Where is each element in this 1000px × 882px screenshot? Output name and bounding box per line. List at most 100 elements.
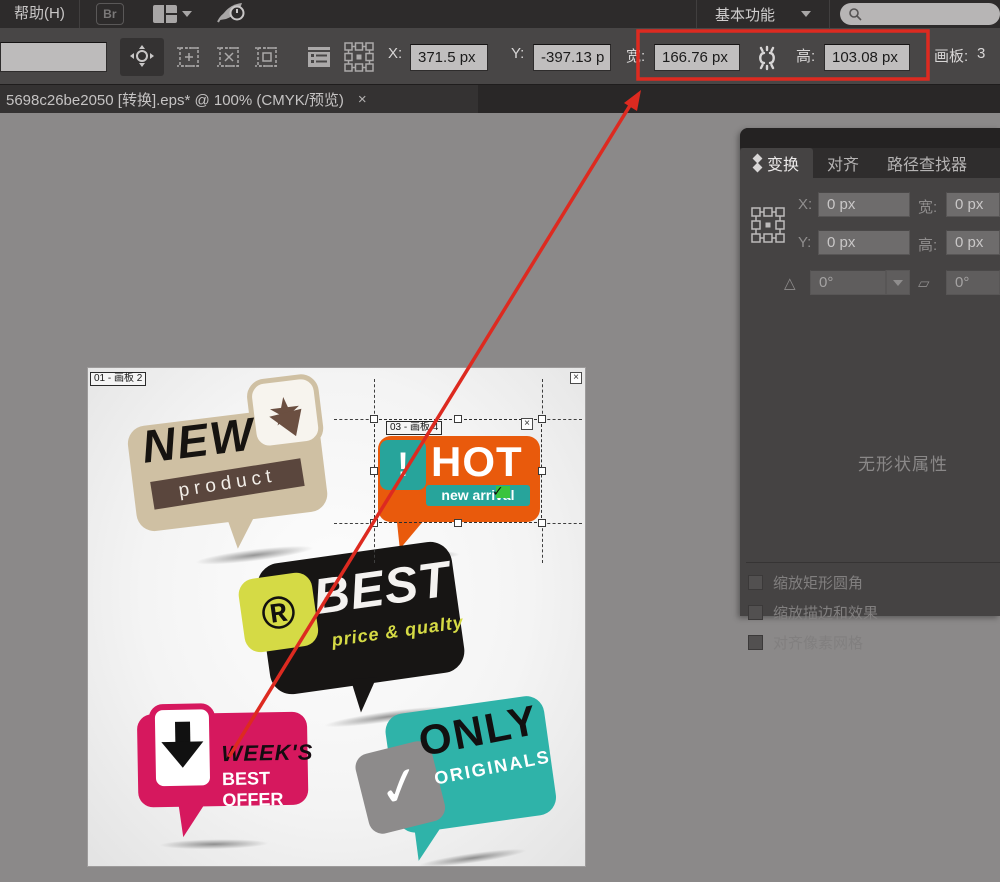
sticker-weeks-best-offer[interactable]: WEEK'S BEST OFFER	[137, 701, 316, 856]
panel-y-label: Y:	[798, 234, 811, 251]
control-bar: X: 371.5 px Y: -397.13 p 宽: 166.76 px 高:…	[0, 28, 1000, 85]
tab-pathfinder[interactable]: 路径查找器	[873, 148, 981, 178]
weeks-tail	[175, 803, 204, 839]
selection-handle[interactable]	[538, 415, 546, 423]
new-star-chip: ★	[245, 372, 325, 452]
scale-strokes-label: 缩放描边和效果	[773, 602, 878, 623]
tab-align-label: 对齐	[827, 151, 859, 175]
panel-width-field[interactable]: 0 px	[946, 192, 1000, 217]
panel-x-label: X:	[798, 196, 812, 213]
rotate-dropdown-button[interactable]	[886, 270, 910, 295]
selection-mark	[542, 419, 582, 420]
panel-x-field[interactable]: 0 px	[818, 192, 910, 217]
selection-mark	[374, 523, 375, 563]
rocket-icon	[216, 0, 246, 24]
selection-mark	[374, 379, 375, 419]
search-input[interactable]	[862, 7, 982, 22]
arrange-documents-button[interactable]	[152, 4, 192, 24]
menu-help[interactable]: 帮助(H)	[0, 0, 79, 28]
height-field[interactable]: 103.08 px	[824, 44, 910, 71]
selection-handle[interactable]	[454, 519, 462, 527]
workspace-label: 基本功能	[715, 4, 775, 25]
sticker-only-originals[interactable]: ✓ ONLY ORIGINALS	[349, 675, 571, 873]
no-shape-properties-text: 无形状属性	[858, 450, 948, 475]
artboard-options-button[interactable]	[250, 41, 284, 73]
shear-angle-icon: ▱	[918, 274, 930, 292]
best-registered-chip: ®	[237, 571, 321, 655]
weeks-title: WEEK'S	[221, 739, 313, 767]
artboard-1-close-icon[interactable]: ×	[570, 372, 582, 384]
rotate-angle-icon: △	[784, 274, 796, 292]
reference-point-icon[interactable]	[750, 206, 786, 250]
checkbox-icon[interactable]	[748, 605, 763, 620]
tab-transform[interactable]: 变换	[740, 148, 813, 178]
artboard-4-close-icon[interactable]: ×	[521, 418, 533, 430]
checkbox-icon[interactable]	[748, 635, 763, 650]
weeks-shadow	[159, 838, 269, 850]
artboard-portrait-button[interactable]	[212, 41, 246, 73]
selection-handle[interactable]	[370, 415, 378, 423]
y-label: Y:	[511, 45, 524, 62]
tab-transform-label: 变换	[767, 151, 799, 175]
selection-handle[interactable]	[538, 467, 546, 475]
artboard-count-value: 3	[977, 45, 985, 62]
selection-handle[interactable]	[370, 467, 378, 475]
broken-chain-icon	[752, 43, 782, 73]
align-pixel-grid-label: 对齐像素网格	[773, 632, 863, 653]
width-field[interactable]: 166.76 px	[654, 44, 740, 71]
portrait-artboard-icon	[214, 42, 244, 72]
selection-handle[interactable]	[454, 415, 462, 423]
tab-align[interactable]: 对齐	[813, 148, 873, 178]
align-pixel-grid-option[interactable]: 对齐像素网格	[748, 632, 863, 653]
constrain-proportions-toggle[interactable]	[750, 42, 784, 74]
selection-handle[interactable]	[370, 519, 378, 527]
scale-corners-option[interactable]: 缩放矩形圆角	[748, 572, 863, 593]
menu-separator	[829, 0, 830, 28]
weeks-subtitle: BEST OFFER	[222, 767, 315, 811]
search-box[interactable]	[840, 3, 1000, 25]
artboard-count-label: 画板:	[934, 45, 968, 66]
artboard-1-name-chip[interactable]: 01 - 画板 2	[90, 372, 146, 386]
x-field[interactable]: 371.5 px	[410, 44, 488, 71]
x-label: X:	[388, 45, 402, 62]
panel-tab-bar: 变换 对齐 路径查找器	[740, 148, 1000, 178]
selection-handle[interactable]	[538, 519, 546, 527]
scale-strokes-option[interactable]: 缩放描边和效果	[748, 602, 878, 623]
artboard-preset-field[interactable]	[0, 42, 107, 72]
artboard-landscape-button[interactable]	[172, 41, 206, 73]
move-icon	[128, 43, 156, 71]
reference-point-icon	[342, 40, 376, 74]
artboard-4-name-chip[interactable]: 03 - 画板 4	[386, 421, 442, 435]
checkbox-icon[interactable]	[748, 575, 763, 590]
gpu-performance-button[interactable]	[216, 0, 246, 29]
transform-panel-body: X: 0 px 宽: 0 px Y: 0 px 高: 0 px △ 0° ▱ 0…	[740, 178, 1000, 616]
landscape-artboard-icon	[174, 42, 204, 72]
panel-y-field[interactable]: 0 px	[818, 230, 910, 255]
arrow-triangle-icon	[267, 403, 302, 436]
document-title: 5698c26be2050 [转换].eps* @ 100% (CMYK/预览)	[0, 89, 344, 110]
artboard-frame-icon	[252, 42, 282, 72]
workspace-switcher[interactable]: 基本功能	[697, 4, 829, 25]
new-tail	[227, 518, 254, 548]
panel-header-strip[interactable]	[740, 128, 1000, 148]
selection-mark	[542, 523, 543, 563]
tab-pathfinder-label: 路径查找器	[887, 151, 967, 175]
move-artboard-button[interactable]	[120, 38, 164, 76]
artboard-list-button[interactable]	[302, 41, 336, 73]
close-tab-icon[interactable]: ×	[358, 91, 367, 108]
weeks-arrow-chip	[149, 703, 217, 792]
width-label: 宽:	[626, 45, 645, 66]
selection-mark	[542, 523, 582, 524]
chevron-down-icon	[893, 280, 903, 286]
height-label: 高:	[796, 45, 815, 66]
rotate-field[interactable]: 0°	[810, 270, 886, 295]
selection-mark	[334, 419, 374, 420]
reference-point-selector[interactable]	[342, 41, 376, 73]
y-field[interactable]: -397.13 p	[533, 44, 611, 71]
shear-field[interactable]: 0°	[946, 270, 1000, 295]
bridge-icon[interactable]: Br	[96, 3, 124, 25]
arrange-documents-icon	[152, 4, 178, 24]
document-tab[interactable]: 5698c26be2050 [转换].eps* @ 100% (CMYK/预览)…	[0, 85, 478, 113]
selection-mark	[542, 379, 543, 419]
panel-height-field[interactable]: 0 px	[946, 230, 1000, 255]
